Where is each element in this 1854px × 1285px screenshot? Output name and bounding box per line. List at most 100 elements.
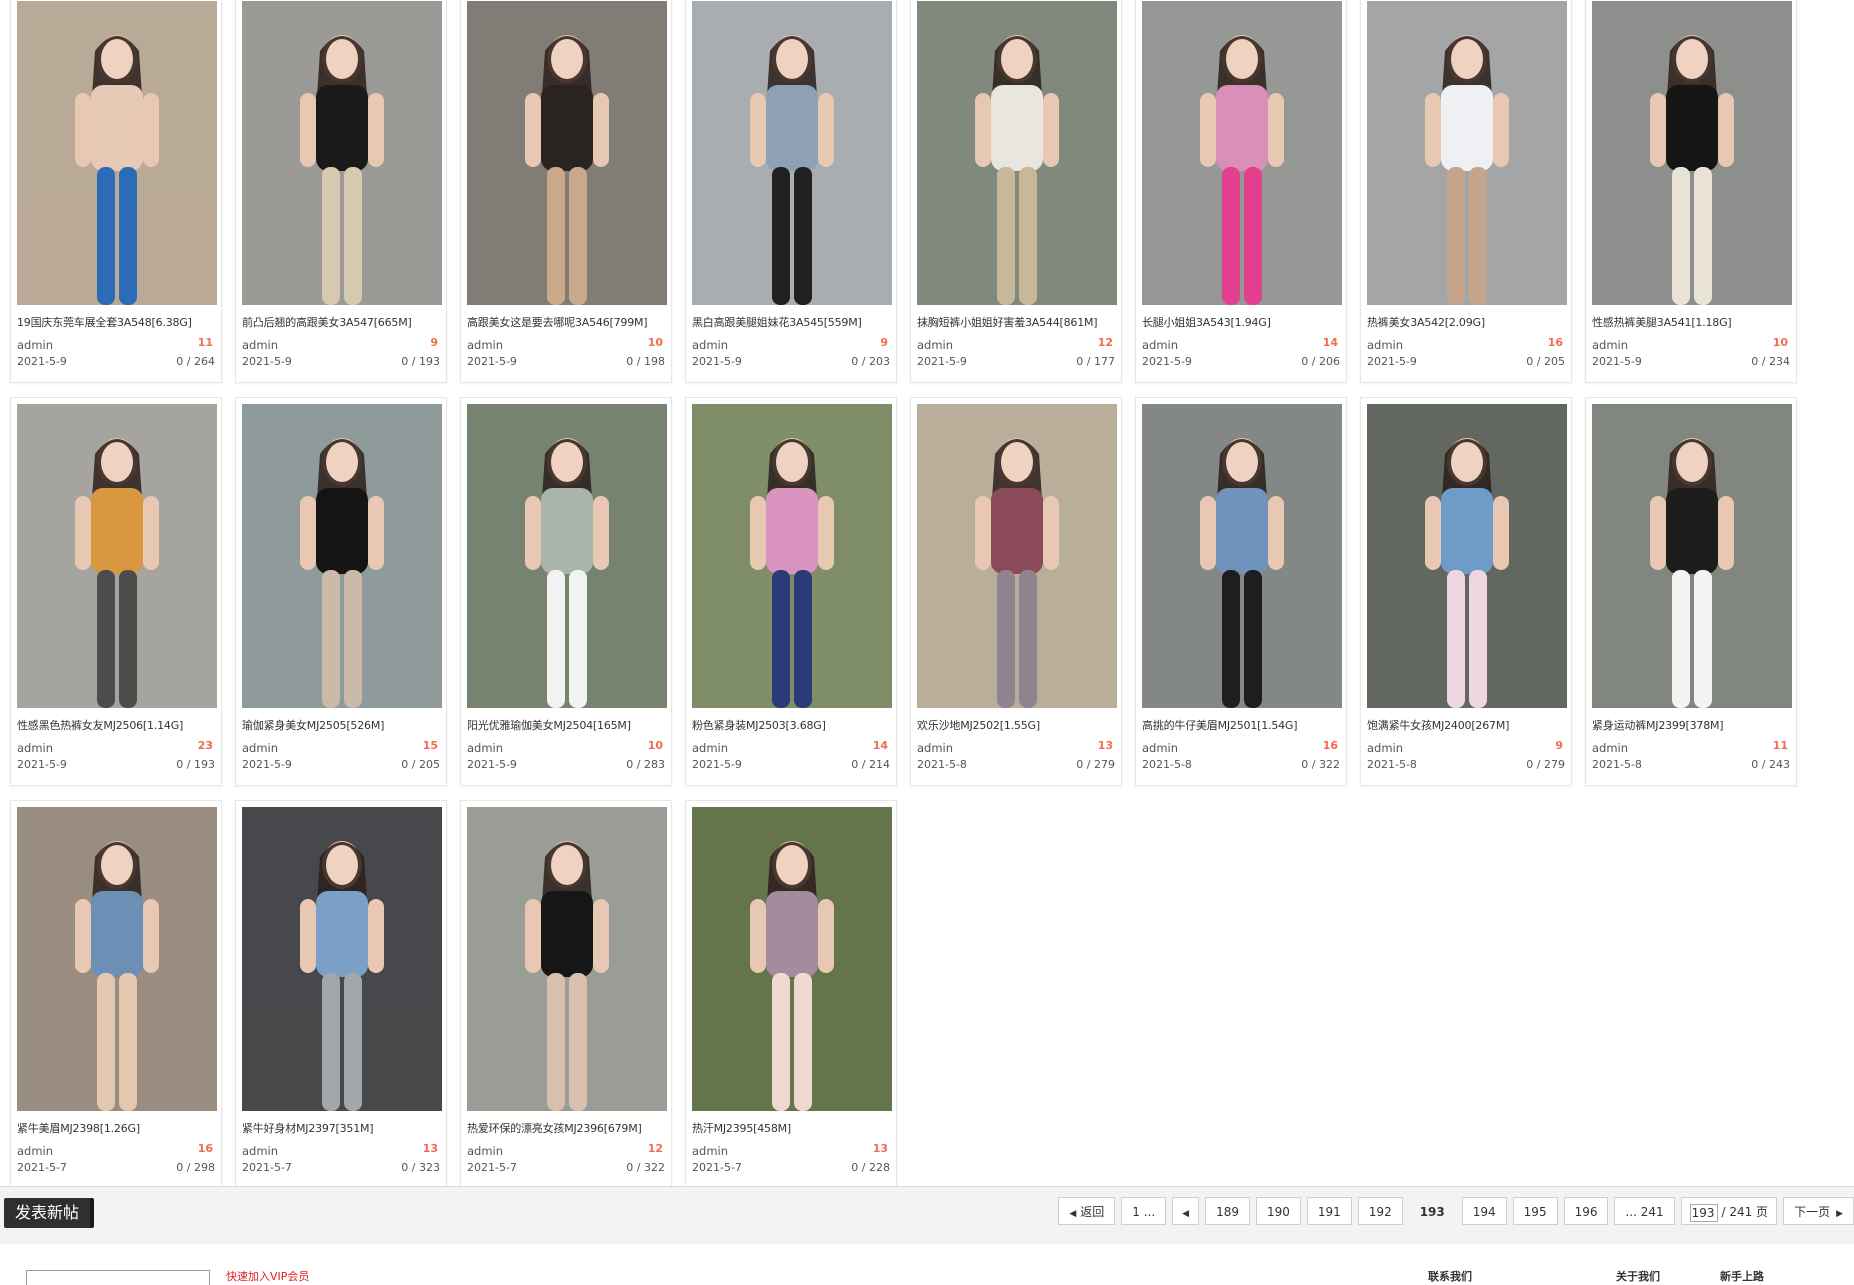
- footer-link-about[interactable]: 关于我们: [1616, 1268, 1660, 1284]
- thread-author[interactable]: admin: [467, 1144, 503, 1158]
- page-link-194[interactable]: 194: [1461, 1197, 1507, 1225]
- thread-title[interactable]: 黑白高跟美腿姐妹花3A545[559M]: [692, 314, 896, 330]
- thread-card[interactable]: 阳光优雅瑜伽美女MJ2504[165M] admin 10 2021-5-9 0 / 2…: [460, 397, 672, 786]
- thread-thumbnail[interactable]: [467, 807, 667, 1111]
- thread-thumbnail[interactable]: [917, 404, 1117, 708]
- thread-title[interactable]: 19国庆东莞车展全套3A548[6.38G]: [17, 314, 221, 330]
- thread-card[interactable]: 瑜伽紧身美女MJ2505[526M] admin 15 2021-5-9 0 / 205: [235, 397, 447, 786]
- thread-thumbnail[interactable]: [1142, 404, 1342, 708]
- thread-thumbnail[interactable]: [1367, 1, 1567, 305]
- thread-author[interactable]: admin: [467, 741, 503, 755]
- thread-title[interactable]: 阳光优雅瑜伽美女MJ2504[165M]: [467, 717, 671, 733]
- thread-thumbnail[interactable]: [242, 807, 442, 1111]
- thread-author[interactable]: admin: [692, 1144, 728, 1158]
- page-link-190[interactable]: 190: [1255, 1197, 1301, 1225]
- thread-card[interactable]: 热汗MJ2395[458M] admin 13 2021-5-7 0 / 228: [685, 800, 897, 1189]
- thread-title[interactable]: 高跟美女这是要去哪呢3A546[799M]: [467, 314, 671, 330]
- thread-title[interactable]: 抹胸短裤小姐姐好害羞3A544[861M]: [917, 314, 1121, 330]
- thread-title[interactable]: 紧身运动裤MJ2399[378M]: [1592, 717, 1796, 733]
- thread-card[interactable]: 前凸后翘的高跟美女3A547[665M] admin 9 2021-5-9 0 / 19…: [235, 0, 447, 383]
- thread-author[interactable]: admin: [692, 338, 728, 352]
- thread-title[interactable]: 粉色紧身装MJ2503[3.68G]: [692, 717, 896, 733]
- thread-title[interactable]: 紧牛美眉MJ2398[1.26G]: [17, 1120, 221, 1136]
- thread-thumbnail[interactable]: [467, 404, 667, 708]
- footer-link-contact[interactable]: 联系我们: [1428, 1268, 1472, 1284]
- next-page-button[interactable]: 下一页 ▶: [1783, 1197, 1854, 1225]
- thread-card[interactable]: 高跟美女这是要去哪呢3A546[799M] admin 10 2021-5-9 0 / …: [460, 0, 672, 383]
- thread-author[interactable]: admin: [242, 741, 278, 755]
- thread-title[interactable]: 热裤美女3A542[2.09G]: [1367, 314, 1571, 330]
- footer-link-newbie[interactable]: 新手上路: [1720, 1268, 1764, 1284]
- thread-author[interactable]: admin: [242, 1144, 278, 1158]
- thread-thumbnail[interactable]: [1592, 1, 1792, 305]
- thread-title[interactable]: 热汗MJ2395[458M]: [692, 1120, 896, 1136]
- thread-thumbnail[interactable]: [1592, 404, 1792, 708]
- thread-title[interactable]: 紧牛好身材MJ2397[351M]: [242, 1120, 446, 1136]
- thread-author[interactable]: admin: [917, 741, 953, 755]
- thread-author[interactable]: admin: [17, 338, 53, 352]
- thread-card[interactable]: 紧牛好身材MJ2397[351M] admin 13 2021-5-7 0 / 323: [235, 800, 447, 1189]
- thread-card[interactable]: 抹胸短裤小姐姐好害羞3A544[861M] admin 12 2021-5-9 0 / …: [910, 0, 1122, 383]
- thread-title[interactable]: 性感黑色热裤女友MJ2506[1.14G]: [17, 717, 221, 733]
- thread-card[interactable]: 紧身运动裤MJ2399[378M] admin 11 2021-5-8 0 / 243: [1585, 397, 1797, 786]
- first-page-link[interactable]: 1 ...: [1121, 1197, 1167, 1225]
- thread-card[interactable]: 欢乐沙地MJ2502[1.55G] admin 13 2021-5-8 0 / 279: [910, 397, 1122, 786]
- thread-card[interactable]: 热裤美女3A542[2.09G] admin 16 2021-5-9 0 / 205: [1360, 0, 1572, 383]
- photo-placeholder: [17, 1, 217, 305]
- thread-author[interactable]: admin: [467, 338, 503, 352]
- thread-thumbnail[interactable]: [467, 1, 667, 305]
- thread-title[interactable]: 欢乐沙地MJ2502[1.55G]: [917, 717, 1121, 733]
- page-link-192[interactable]: 192: [1357, 1197, 1403, 1225]
- thread-card[interactable]: 长腿小姐姐3A543[1.94G] admin 14 2021-5-9 0 / 206: [1135, 0, 1347, 383]
- thread-author[interactable]: admin: [17, 1144, 53, 1158]
- thread-thumbnail[interactable]: [917, 1, 1117, 305]
- thread-thumbnail[interactable]: [17, 807, 217, 1111]
- thread-date: 2021-5-9: [1142, 355, 1192, 368]
- thread-title[interactable]: 长腿小姐姐3A543[1.94G]: [1142, 314, 1346, 330]
- thread-author[interactable]: admin: [17, 741, 53, 755]
- thread-author[interactable]: admin: [1367, 338, 1403, 352]
- thread-title[interactable]: 性感热裤美腿3A541[1.18G]: [1592, 314, 1796, 330]
- page-link-189[interactable]: 189: [1205, 1197, 1250, 1225]
- thread-author[interactable]: admin: [917, 338, 953, 352]
- thread-title[interactable]: 瑜伽紧身美女MJ2505[526M]: [242, 717, 446, 733]
- thread-thumbnail[interactable]: [1142, 1, 1342, 305]
- thread-thumbnail[interactable]: [242, 404, 442, 708]
- page-link-191[interactable]: 191: [1306, 1197, 1352, 1225]
- new-post-button[interactable]: 发表新帖: [4, 1198, 95, 1228]
- thread-author[interactable]: admin: [692, 741, 728, 755]
- thread-title[interactable]: 高挑的牛仔美眉MJ2501[1.54G]: [1142, 717, 1346, 733]
- thread-thumbnail[interactable]: [692, 1, 892, 305]
- thread-thumbnail[interactable]: [692, 807, 892, 1111]
- thread-thumbnail[interactable]: [1367, 404, 1567, 708]
- page-jump-input[interactable]: 193: [1689, 1203, 1718, 1222]
- thread-card[interactable]: 性感热裤美腿3A541[1.18G] admin 10 2021-5-9 0 / 234: [1585, 0, 1797, 383]
- prev-page-button[interactable]: ◀: [1172, 1197, 1200, 1225]
- thread-author[interactable]: admin: [1592, 338, 1628, 352]
- thread-thumbnail[interactable]: [692, 404, 892, 708]
- thread-card[interactable]: 黑白高跟美腿姐妹花3A545[559M] admin 9 2021-5-9 0 / 20…: [685, 0, 897, 383]
- thread-author[interactable]: admin: [1142, 741, 1178, 755]
- thread-title[interactable]: 热爱环保的漂亮女孩MJ2396[679M]: [467, 1120, 671, 1136]
- thread-author[interactable]: admin: [1592, 741, 1628, 755]
- thread-card[interactable]: 紧牛美眉MJ2398[1.26G] admin 16 2021-5-7 0 / 298: [10, 800, 222, 1189]
- thread-title[interactable]: 前凸后翘的高跟美女3A547[665M]: [242, 314, 446, 330]
- thread-card[interactable]: 高挑的牛仔美眉MJ2501[1.54G] admin 16 2021-5-8 0 / 3…: [1135, 397, 1347, 786]
- thread-card[interactable]: 19国庆东莞车展全套3A548[6.38G] admin 11 2021-5-9 0 /…: [10, 0, 222, 383]
- back-button[interactable]: ◀ 返回: [1058, 1197, 1116, 1225]
- thread-thumbnail[interactable]: [17, 404, 217, 708]
- thread-card[interactable]: 饱满紧牛女孩MJ2400[267M] admin 9 2021-5-8 0 / 279: [1360, 397, 1572, 786]
- thread-card[interactable]: 性感黑色热裤女友MJ2506[1.14G] admin 23 2021-5-9 0 / …: [10, 397, 222, 786]
- thread-author[interactable]: admin: [1367, 741, 1403, 755]
- thread-card[interactable]: 粉色紧身装MJ2503[3.68G] admin 14 2021-5-9 0 / 214: [685, 397, 897, 786]
- thread-title[interactable]: 饱满紧牛女孩MJ2400[267M]: [1367, 717, 1571, 733]
- thread-author[interactable]: admin: [242, 338, 278, 352]
- vip-notice-link[interactable]: 快速加入VIP会员: [226, 1268, 309, 1284]
- page-link-196[interactable]: 196: [1563, 1197, 1609, 1225]
- thread-card[interactable]: 热爱环保的漂亮女孩MJ2396[679M] admin 12 2021-5-7 0 / …: [460, 800, 672, 1189]
- last-page-link[interactable]: ... 241: [1614, 1197, 1675, 1225]
- page-link-195[interactable]: 195: [1512, 1197, 1558, 1225]
- thread-author[interactable]: admin: [1142, 338, 1178, 352]
- thread-thumbnail[interactable]: [242, 1, 442, 305]
- thread-thumbnail[interactable]: [17, 1, 217, 305]
